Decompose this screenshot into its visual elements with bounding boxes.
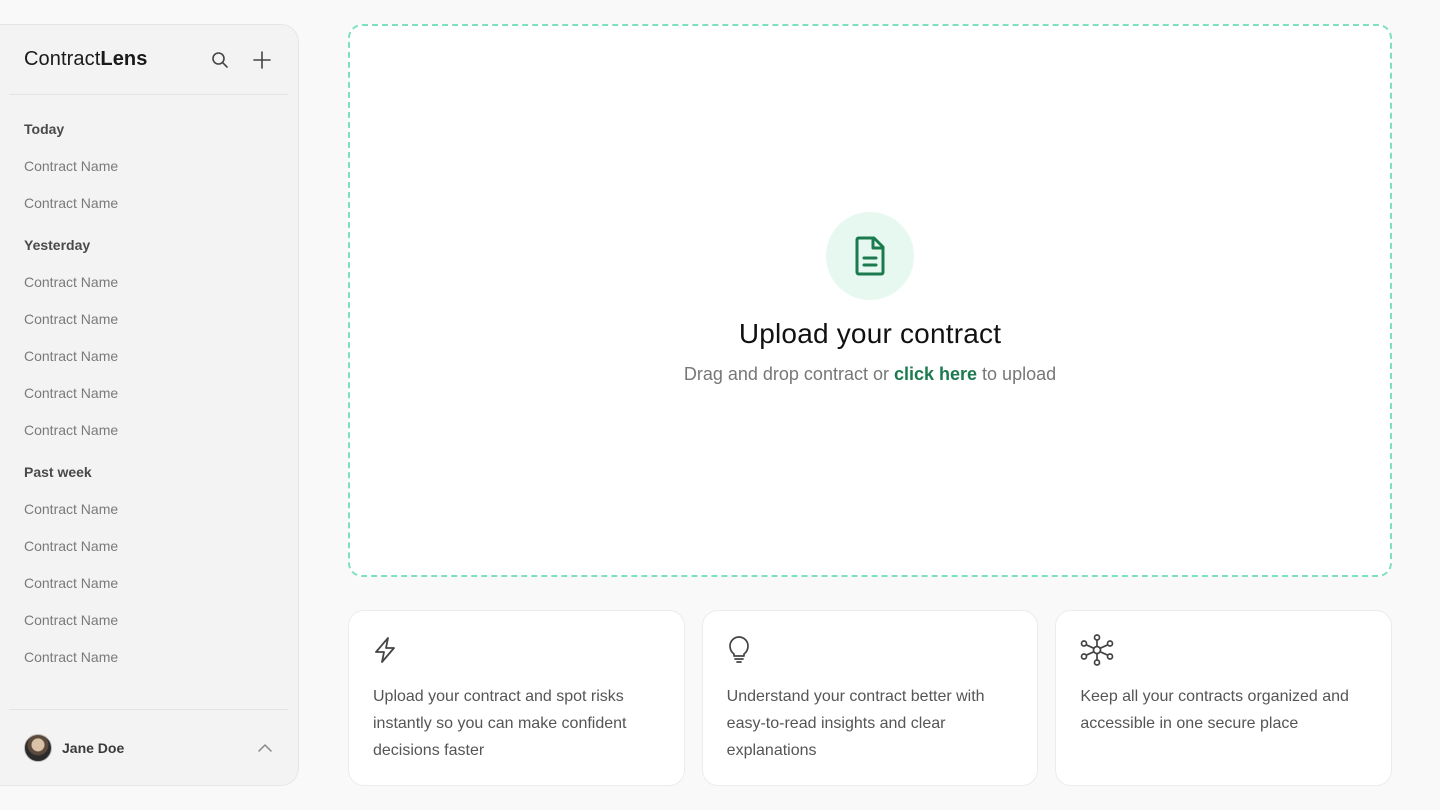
contract-item[interactable]: Contract Name (24, 575, 298, 591)
plus-icon (253, 50, 271, 69)
document-icon (855, 236, 885, 276)
sidebar: ContractLens Today Contract Name Contrac… (0, 24, 299, 786)
card-icon-wrap (1080, 634, 1367, 666)
chevron-up-icon[interactable] (257, 740, 273, 756)
history-group-yesterday: Yesterday Contract Name Contract Name Co… (24, 237, 298, 438)
avatar (24, 733, 52, 762)
click-here-link[interactable]: click here (894, 364, 977, 384)
lightbulb-icon (728, 636, 749, 663)
contract-item[interactable]: Contract Name (24, 422, 298, 438)
contract-item[interactable]: Contract Name (24, 348, 298, 364)
new-contract-button[interactable] (251, 49, 273, 71)
upload-instructions: Drag and drop contract or click here to … (684, 364, 1056, 385)
group-title: Past week (24, 464, 92, 480)
card-icon-wrap (373, 635, 660, 665)
logo-bold: Lens (100, 48, 148, 70)
contract-item[interactable]: Contract Name (24, 195, 298, 211)
group-title: Yesterday (24, 237, 91, 253)
upload-instructions-suffix: to upload (977, 364, 1057, 384)
history-group-today: Today Contract Name Contract Name (24, 121, 298, 211)
document-icon-badge (826, 212, 914, 300)
contract-item[interactable]: Contract Name (24, 274, 298, 290)
sidebar-header: ContractLens (9, 25, 288, 95)
group-title: Today (24, 121, 65, 137)
app-logo[interactable]: ContractLens (24, 48, 147, 71)
feature-card: Keep all your contracts organized and ac… (1055, 610, 1393, 786)
logo-regular: Contract (24, 48, 101, 70)
contract-item[interactable]: Contract Name (24, 538, 298, 554)
upload-dropzone[interactable]: Upload your contract Drag and drop contr… (348, 24, 1392, 577)
upload-instructions-prefix: Drag and drop contract or (683, 364, 894, 384)
feature-text: Keep all your contracts organized and ac… (1080, 688, 1349, 732)
feature-card: Understand your contract better with eas… (701, 610, 1039, 786)
history-group-past-week: Past week Contract Name Contract Name Co… (24, 464, 298, 665)
contract-item[interactable]: Contract Name (24, 612, 298, 628)
user-name: Jane Doe (62, 739, 125, 756)
lightning-icon (375, 637, 395, 663)
feature-text: Upload your contract and spot risks inst… (373, 688, 627, 759)
contract-history: Today Contract Name Contract Name Yester… (0, 121, 298, 665)
contract-item[interactable]: Contract Name (24, 158, 298, 174)
sidebar-actions (209, 49, 273, 71)
upload-title: Upload your contract (738, 318, 1002, 349)
contract-item[interactable]: Contract Name (24, 311, 298, 327)
feature-cards: Upload your contract and spot risks inst… (348, 610, 1393, 786)
search-button[interactable] (209, 49, 231, 71)
user-menu[interactable]: Jane Doe (9, 709, 288, 785)
search-icon (212, 51, 228, 68)
contract-item[interactable]: Contract Name (24, 385, 298, 401)
feature-text: Understand your contract better with eas… (726, 688, 985, 759)
network-icon (1080, 634, 1114, 666)
feature-card: Upload your contract and spot risks inst… (348, 610, 685, 786)
contract-item[interactable]: Contract Name (24, 501, 298, 517)
contract-item[interactable]: Contract Name (24, 649, 298, 665)
card-icon-wrap (727, 635, 1014, 665)
